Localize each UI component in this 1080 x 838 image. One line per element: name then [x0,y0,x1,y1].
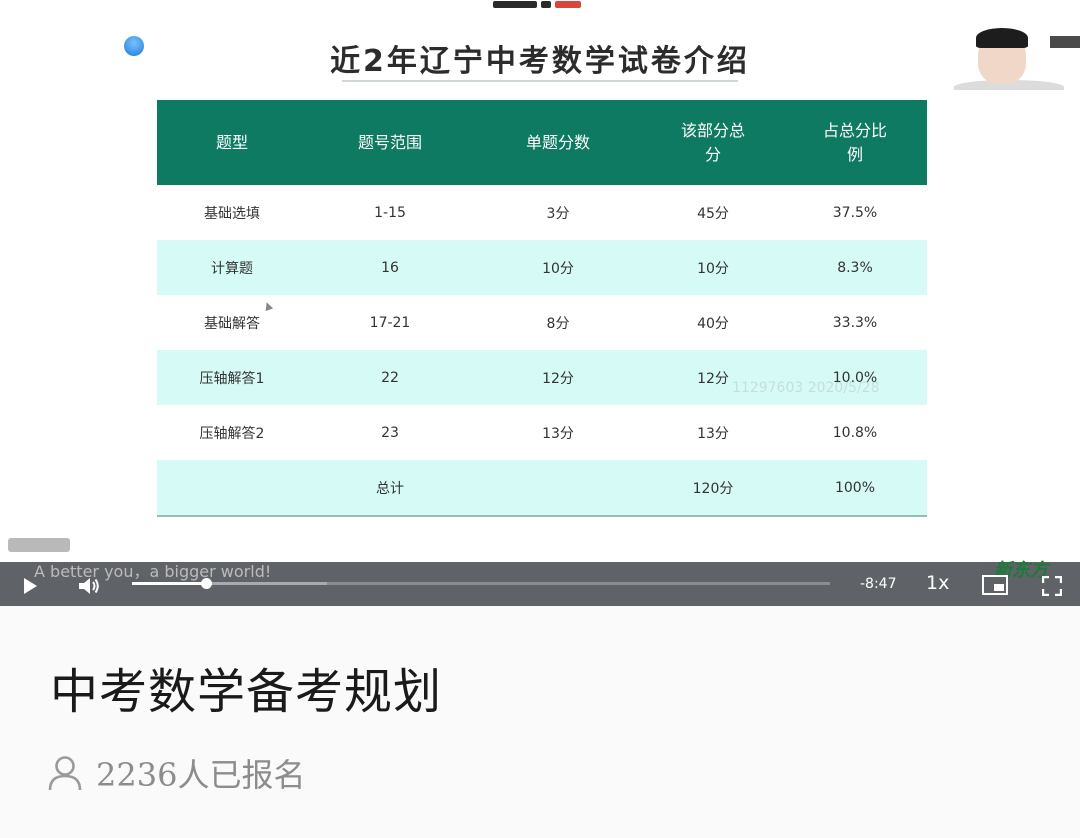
table-cell [157,460,307,517]
table-cell: 1-15 [374,204,406,221]
table-cell: 计算题 [157,240,307,295]
time-remaining: -8:47 [860,576,897,592]
play-icon[interactable] [24,578,37,594]
table-cell: 10.0% [783,350,927,405]
table-row: 计算题 16 10分 10分 8.3% [157,240,927,295]
header-cell: 题型 [157,100,307,185]
table-cell: 12分 [643,350,783,405]
caption-chip [8,538,70,552]
table-cell: 压轴解答1 [157,350,307,405]
table-cell: 23 [381,424,399,441]
header-cell: 占总分比 例 [783,100,927,185]
table-cell: 45分 [697,205,729,222]
user-icon [48,756,82,791]
table-cell: 3分 [546,205,570,222]
table-row: 压轴解答2 23 13分 13分 10.8% [157,405,927,460]
table-cell: 37.5% [832,204,878,221]
table-cell: 17-21 [369,314,411,331]
progress-fill [132,582,206,585]
playback-speed-button[interactable]: 1x [926,572,949,594]
volume-icon[interactable] [78,576,100,596]
table-cell: 13分 [697,425,729,442]
enroll-info: 2236人已报名 [48,750,305,796]
slide-slogan: A better you，a bigger world! [34,562,272,581]
header-cell: 题号范围 [307,100,473,185]
table-cell: 8分 [546,315,570,332]
table-cell: 12分 [473,350,643,405]
table-header-row: 题型 题号范围 单题分数 该部分总 分 占总分比 例 [157,100,927,185]
header-cell: 该部分总 分 [643,100,783,185]
table-row: 压轴解答1 22 12分 12分 10.0% [157,350,927,405]
pip-icon[interactable] [982,575,1008,595]
table-cell: 10分 [473,240,643,295]
table-cell: 10.8% [832,424,878,441]
title-underline [342,80,738,82]
table-total-row: 总计 120分 100% [157,460,927,517]
enroll-count: 2236人已报名 [96,756,306,794]
table-cell: 基础解答 [204,315,260,332]
table-cell: 33.3% [832,314,878,331]
table-cell: 13分 [542,425,574,442]
table-cell: 8.3% [783,240,927,295]
table-cell: 100% [783,460,927,517]
progress-thumb[interactable] [200,578,212,589]
table-cell: 120分 [643,460,783,517]
table-row: 基础选填 1-15 3分 45分 37.5% [157,185,927,240]
teacher-webcam [948,28,1080,90]
header-cell: 单题分数 [473,100,643,185]
table-cell: 总计 [307,460,473,517]
watermark: 11297603 2020/5/28 [732,380,880,396]
fullscreen-icon[interactable] [1042,576,1062,596]
screen-share-indicator [493,0,589,9]
progress-bar[interactable] [132,578,830,589]
course-title: 中考数学备考规划 [50,664,443,720]
slide-title: 近2年辽宁中考数学试卷介绍 [330,44,750,79]
table-row: 基础解答 17-21 8分 40分 33.3% [157,295,927,350]
table-cell [473,460,643,517]
table-cell: 40分 [697,315,729,332]
video-player[interactable]: 近2年辽宁中考数学试卷介绍 题型 题号范围 单题分数 该部分总 分 占总分比 例… [0,0,1080,606]
table-cell: 压轴解答2 [199,425,265,442]
table-cell: 10分 [643,240,783,295]
table-cell: 22 [307,350,473,405]
table-cell: 16 [307,240,473,295]
table-cell: 基础选填 [204,205,260,222]
